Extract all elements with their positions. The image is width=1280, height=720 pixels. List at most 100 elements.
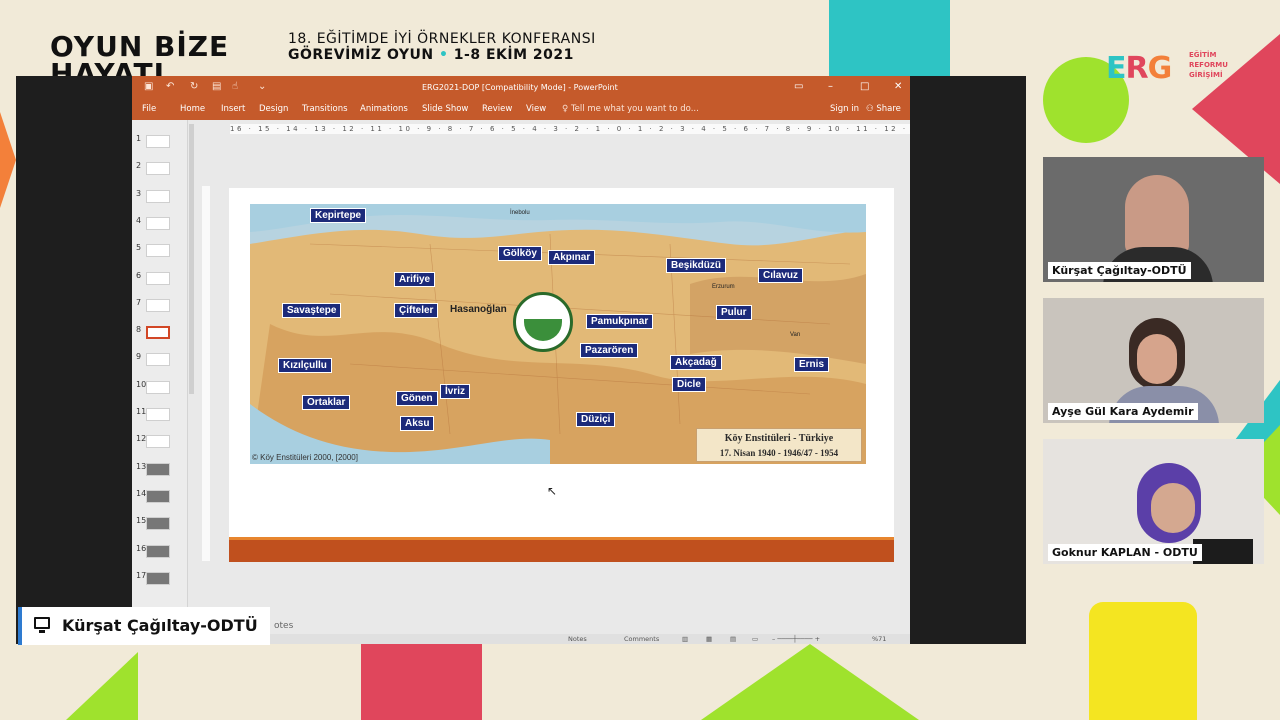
- slide-number: 13: [136, 461, 147, 471]
- slide-thumbnail-pane[interactable]: 1 2 3 4 5 6 7 8 9 10 11 12 13 14 15 16 17: [132, 120, 188, 644]
- redo-icon[interactable]: ↻: [190, 81, 198, 92]
- conference-dates: 1-8 EKİM 2021: [453, 47, 574, 63]
- tab-slide-show[interactable]: Slide Show: [422, 104, 468, 114]
- participant-tile[interactable]: Kürşat Çağıltay-ODTÜ: [1043, 157, 1264, 282]
- decor-yellow-shape: [1089, 602, 1197, 720]
- minimize-icon[interactable]: –: [828, 81, 833, 92]
- customize-qat-icon[interactable]: ⌄: [258, 81, 266, 92]
- participant-tile[interactable]: Ayşe Gül Kara Aydemir: [1043, 298, 1264, 423]
- maximize-icon[interactable]: □: [860, 81, 869, 92]
- conference-title: 18. EĞİTİMDE İYİ ÖRNEKLER KONFERANSI: [288, 31, 596, 47]
- slide-thumbnail[interactable]: [146, 380, 170, 394]
- turkey-map: Erzurum İnebolu Van Kepirtepe Gölköy Akp…: [250, 204, 866, 464]
- slide-thumbnail[interactable]: [146, 216, 170, 230]
- zoom-slider[interactable]: – ────┼──── +: [772, 635, 820, 643]
- slide-thumbnail[interactable]: [146, 517, 170, 531]
- slideshow-view-icon[interactable]: ▭: [752, 635, 758, 643]
- slide-number: 14: [136, 488, 147, 498]
- institute-label: Gölköy: [498, 246, 542, 261]
- sign-in-link[interactable]: Sign in: [830, 104, 859, 114]
- map-city-hasanoglan: Hasanoğlan: [450, 304, 507, 315]
- slide-number: 3: [136, 188, 142, 198]
- ribbon-display-icon[interactable]: ▭: [794, 81, 803, 92]
- ribbon-tabs: File Home Insert Design Transitions Anim…: [132, 98, 910, 120]
- participant-body: [1193, 539, 1253, 564]
- present-icon[interactable]: ▤: [212, 81, 221, 92]
- slide-thumbnail[interactable]: [146, 462, 170, 476]
- slide-thumbnail[interactable]: [146, 326, 170, 340]
- touch-mode-icon[interactable]: ☝: [232, 81, 238, 92]
- tab-view[interactable]: View: [526, 104, 546, 114]
- slide-thumbnail[interactable]: [146, 435, 170, 449]
- institute-label: Kızılçullu: [278, 358, 332, 373]
- slide-number: 12: [136, 434, 147, 444]
- presenter-name: Kürşat Çağıltay-ODTÜ: [62, 616, 258, 635]
- notes-button[interactable]: Notes: [568, 635, 587, 643]
- zoom-level[interactable]: %71: [872, 635, 886, 643]
- decor-green-triangle: [701, 644, 919, 720]
- erg-text-line: GİRİŞİMİ: [1189, 71, 1223, 79]
- slide-thumbnail[interactable]: [146, 489, 170, 503]
- map-legend: Köy Enstitüleri - Türkiye 17. Nisan 1940…: [696, 428, 862, 462]
- slide-thumbnail[interactable]: [146, 571, 170, 585]
- institute-label: Akpınar: [548, 250, 596, 265]
- undo-icon[interactable]: ↶: [166, 81, 174, 92]
- slide-thumbnail[interactable]: [146, 244, 170, 258]
- reading-view-icon[interactable]: ▤: [730, 635, 736, 643]
- close-icon[interactable]: ✕: [894, 81, 902, 92]
- slide-canvas[interactable]: Erzurum İnebolu Van Kepirtepe Gölköy Akp…: [229, 188, 894, 562]
- institute-label: Gönen: [396, 391, 438, 406]
- slide-number: 7: [136, 297, 142, 307]
- slide-thumbnail[interactable]: [146, 544, 170, 558]
- slide-thumbnail[interactable]: [146, 162, 170, 176]
- erg-logo: ERG: [1106, 51, 1172, 86]
- tab-file[interactable]: File: [142, 104, 156, 114]
- decor-green-triangle-left: [66, 652, 138, 720]
- slide-number: 2: [136, 161, 142, 171]
- comments-button[interactable]: Comments: [624, 635, 659, 643]
- slide-thumbnail[interactable]: [146, 353, 170, 367]
- institute-label: Pamukpınar: [586, 314, 654, 329]
- horizontal-ruler: 16 · 15 · 14 · 13 · 12 · 11 · 10 · 9 · 8…: [230, 124, 910, 134]
- thumbnail-scrollbar[interactable]: [189, 124, 194, 394]
- erg-text-line: REFORMU: [1189, 61, 1228, 69]
- slide-number: 4: [136, 215, 142, 225]
- brand-title-line2: HAYATI: [50, 60, 165, 76]
- screen-share-icon: [34, 617, 50, 633]
- tab-home[interactable]: Home: [180, 104, 205, 114]
- institute-label: Arifiye: [394, 272, 436, 287]
- normal-view-icon[interactable]: ▥: [682, 635, 688, 643]
- slide-thumbnail[interactable]: [146, 271, 170, 285]
- tab-insert[interactable]: Insert: [221, 104, 245, 114]
- tab-animations[interactable]: Animations: [360, 104, 408, 114]
- save-icon[interactable]: ▣: [144, 81, 153, 92]
- participant-tile[interactable]: Goknur KAPLAN - ODTU: [1043, 439, 1264, 564]
- tab-review[interactable]: Review: [482, 104, 512, 114]
- slide-thumbnail[interactable]: [146, 298, 170, 312]
- institute-label: Ernis: [794, 357, 830, 372]
- share-label: Share: [876, 104, 901, 114]
- slide-thumbnail[interactable]: [146, 189, 170, 203]
- presenter-badge: Kürşat Çağıltay-ODTÜ: [18, 607, 270, 645]
- slide-thumbnail[interactable]: [146, 135, 170, 148]
- institute-label: Ortaklar: [302, 395, 351, 410]
- tab-design[interactable]: Design: [259, 104, 288, 114]
- slide-number: 8: [136, 325, 142, 335]
- tab-transitions[interactable]: Transitions: [302, 104, 348, 114]
- share-button[interactable]: ⚇ Share: [866, 104, 901, 114]
- institute-label: Çifteler: [394, 303, 439, 318]
- document-title: ERG2021-DOP [Compatibility Mode] - Power…: [422, 83, 618, 92]
- slide-thumbnail[interactable]: [146, 408, 170, 421]
- conference-subtitle: GÖREVİMİZ OYUN • 1-8 EKİM 2021: [288, 47, 574, 63]
- sorter-view-icon[interactable]: ▦: [706, 635, 712, 643]
- erg-logo-text: EĞİTİM REFORMU GİRİŞİMİ: [1189, 50, 1239, 80]
- map-city: İnebolu: [510, 210, 530, 216]
- tell-me-search[interactable]: ♀ Tell me what you want to do...: [562, 104, 699, 114]
- notes-pane-label[interactable]: otes: [274, 621, 293, 631]
- slide-number: 5: [136, 243, 142, 253]
- participant-face: [1137, 334, 1177, 384]
- decor-teal-rect: [829, 0, 950, 76]
- participant-video: [1125, 175, 1189, 255]
- institute-label: Düziçi: [576, 412, 616, 427]
- powerpoint-window[interactable]: ▣ ↶ ↻ ▤ ☝ ⌄ ERG2021-DOP [Compatibility M…: [132, 76, 910, 644]
